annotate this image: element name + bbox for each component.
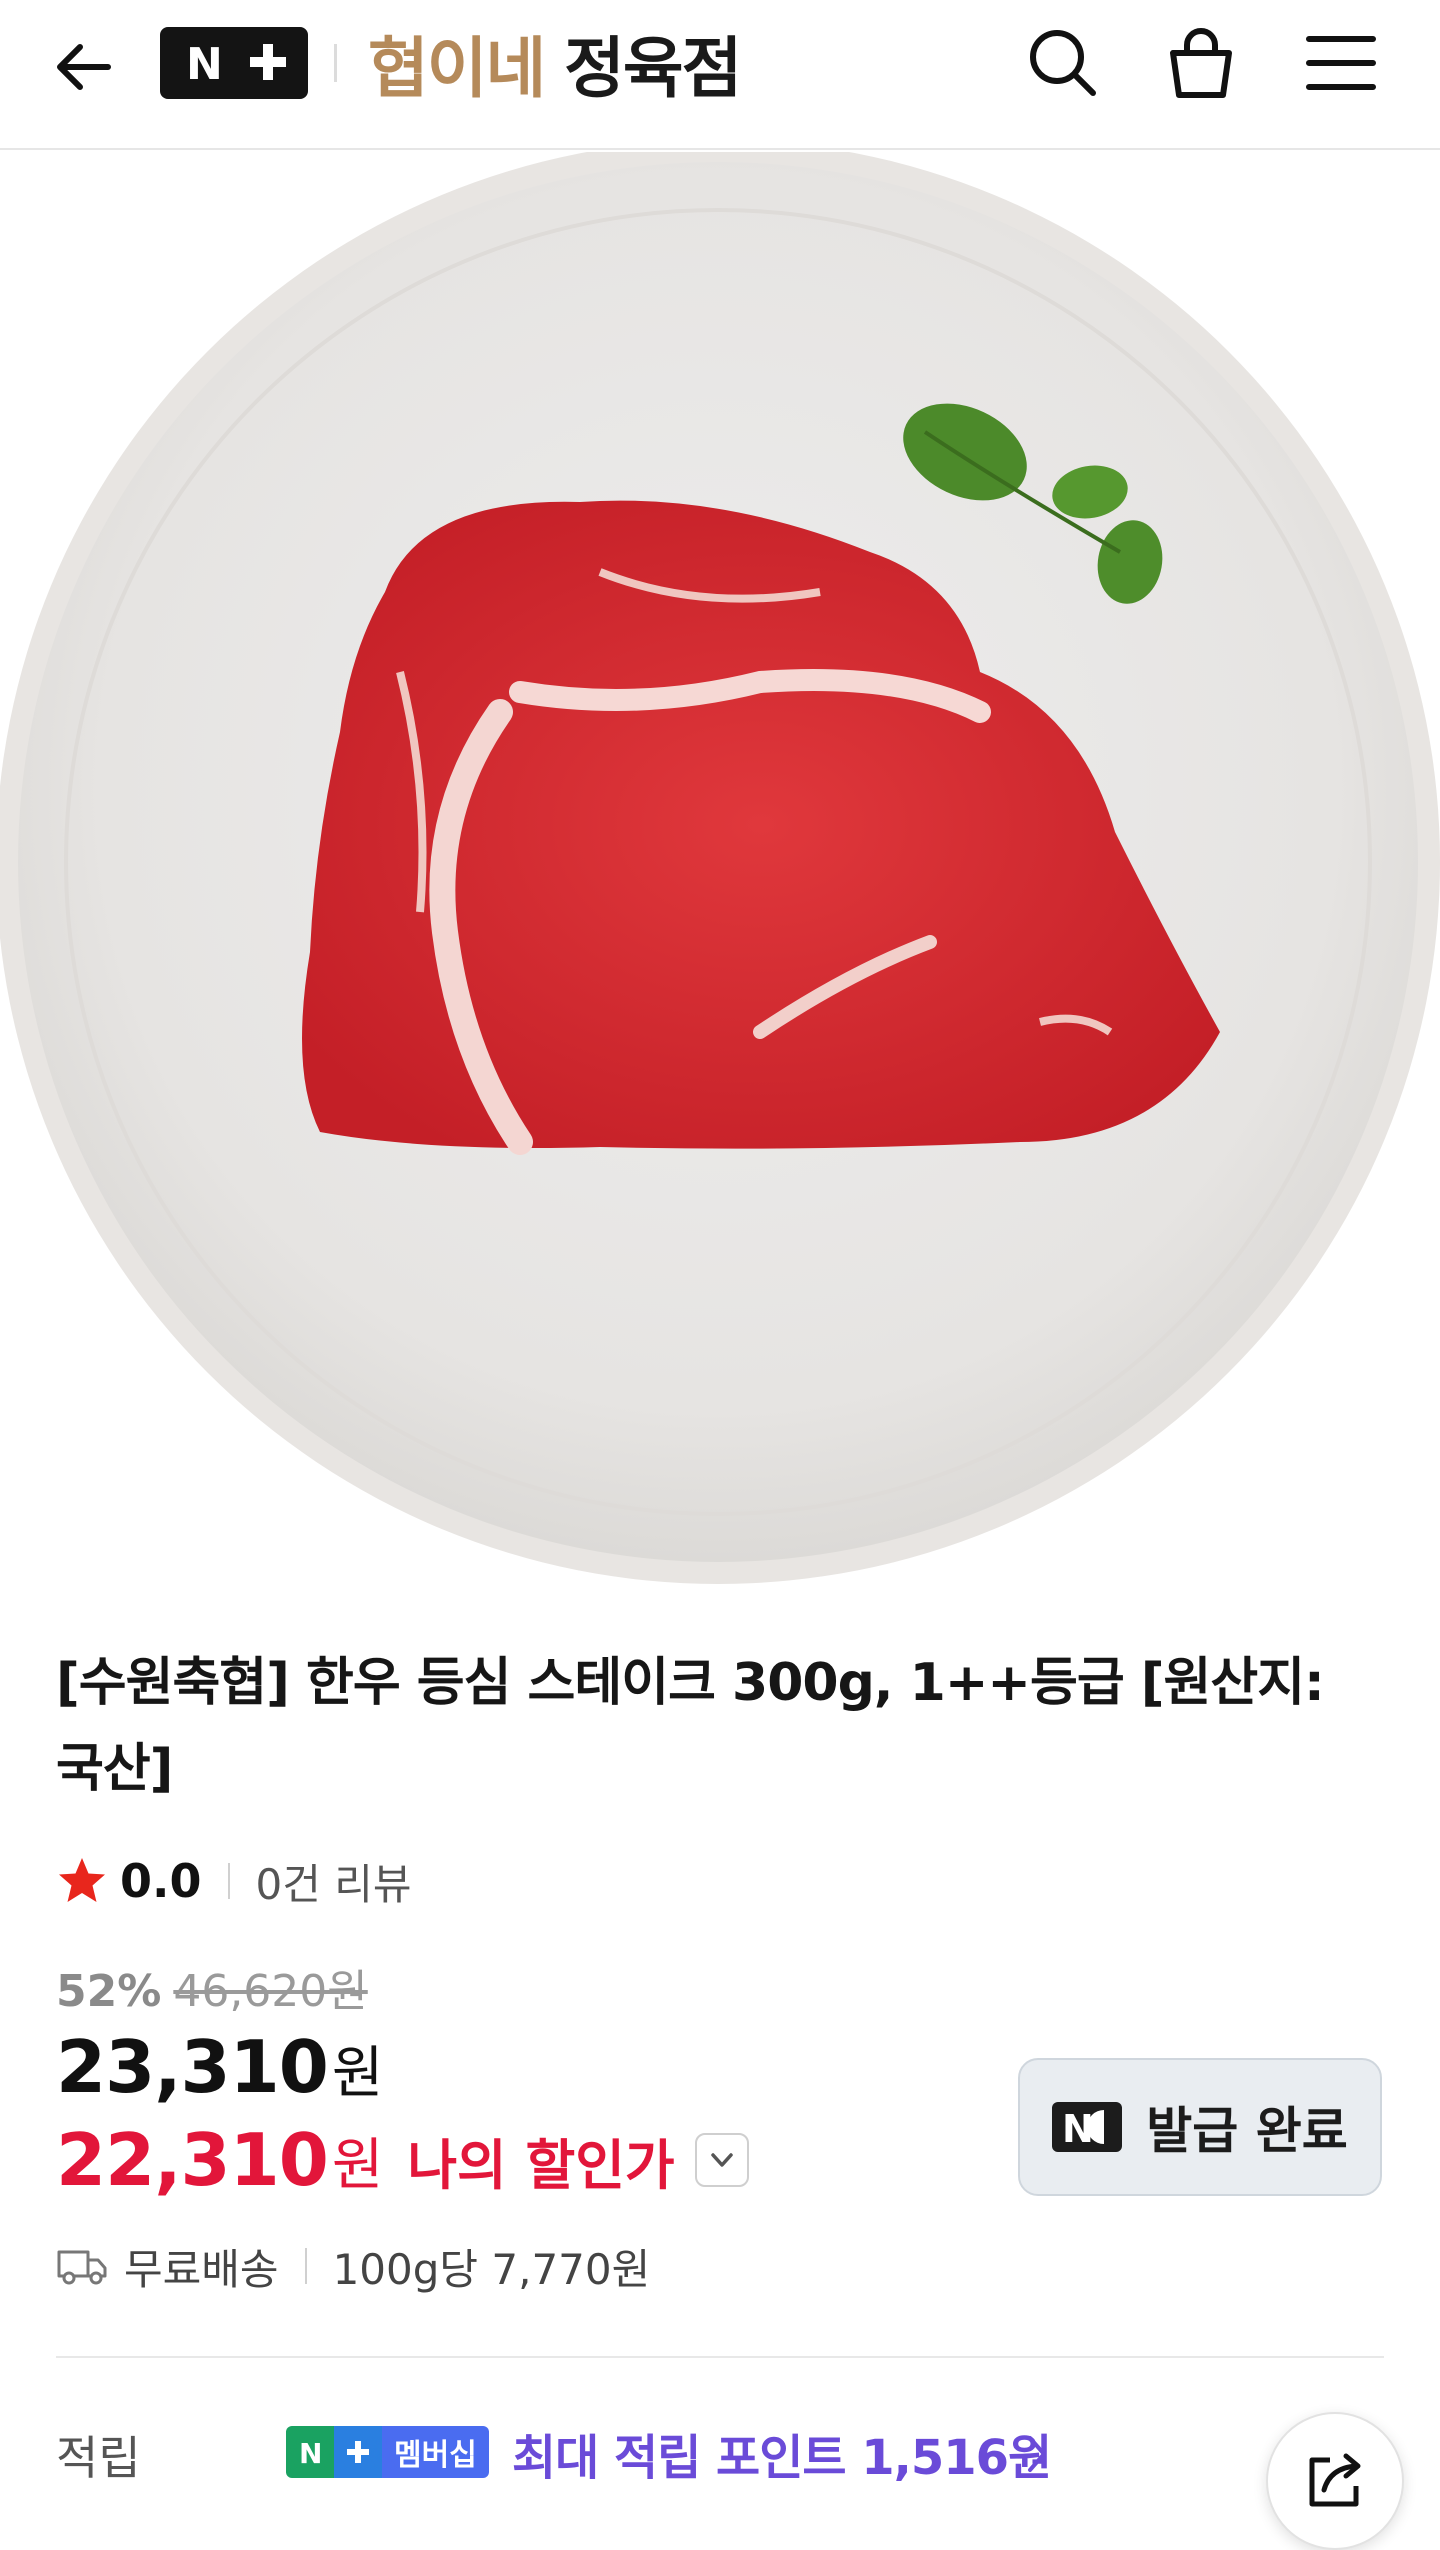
- chevron-down-icon: [710, 2153, 733, 2167]
- store-name-part1: 협이네: [368, 30, 546, 107]
- original-price: 46,620원: [173, 1966, 368, 2017]
- truck-icon: [57, 2250, 107, 2285]
- back-arrow-icon: [57, 44, 111, 90]
- sale-price: 23,310: [56, 2025, 329, 2109]
- store-name[interactable]: 협이네 정육점: [368, 18, 742, 108]
- membership-badge-text: 멤버십: [382, 2426, 489, 2478]
- store-name-part2: 정육점: [564, 30, 742, 107]
- points-row[interactable]: 적립 N 멤버십 최대 적립 포인트 1,516원: [56, 2418, 1386, 2488]
- section-divider: [56, 2356, 1384, 2358]
- naver-n-icon: N: [1052, 2102, 1123, 2152]
- nplus-logo[interactable]: N: [160, 27, 308, 99]
- menu-button[interactable]: [1296, 18, 1386, 108]
- nplus-membership-badge: N 멤버십: [286, 2426, 489, 2478]
- menu-icon: [1306, 36, 1376, 90]
- chevron-right-icon: [1028, 2436, 1046, 2472]
- steak-plate-image: [0, 152, 1440, 1584]
- review-count-link[interactable]: 0건 리뷰: [256, 1851, 412, 1912]
- share-icon: [1309, 2453, 1361, 2507]
- rating-separator: [227, 1863, 230, 1899]
- my-price-row: 22,310 원 나의 할인가: [56, 2118, 749, 2202]
- back-button[interactable]: [40, 22, 130, 112]
- my-discount-price-unit: 원: [331, 2132, 384, 2198]
- membership-n-icon: N: [286, 2426, 334, 2478]
- points-label: 적립: [56, 2431, 141, 2485]
- search-icon: [1030, 30, 1096, 96]
- coupon-issued-button[interactable]: N 발급 완료: [1018, 2058, 1382, 2196]
- star-icon: [59, 1858, 105, 1902]
- cart-button[interactable]: [1156, 18, 1246, 108]
- discount-row: 52% 46,620원: [56, 1955, 368, 2019]
- shopping-bag-icon: [1170, 28, 1232, 98]
- nplus-logo-mark: N: [186, 39, 286, 89]
- coupon-button-label: 발급 완료: [1146, 2102, 1348, 2160]
- delivery-row: 무료배송 100g당 7,770원: [56, 2236, 650, 2296]
- my-discount-price: 22,310: [56, 2118, 329, 2202]
- my-discount-label: 나의 할인가: [407, 2133, 675, 2197]
- rating-row[interactable]: 0.0 0건 리뷰: [56, 1848, 412, 1914]
- rating-value: 0.0: [120, 1854, 202, 1908]
- sale-price-unit: 원: [331, 2041, 384, 2106]
- delivery-separator: [304, 2248, 307, 2284]
- sale-price-row: 23,310 원: [56, 2025, 383, 2109]
- discount-percent: 52%: [56, 1966, 162, 2017]
- product-title: [수원축협] 한우 등심 스테이크 300g, 1++등급 [원산지: 국산]: [56, 1653, 1325, 1799]
- delivery-text: 무료배송: [124, 2244, 279, 2294]
- max-points-text: 최대 적립 포인트 1,516원: [512, 2430, 1052, 2486]
- product-image[interactable]: [0, 152, 1440, 1612]
- logo-divider: [334, 44, 337, 82]
- unit-price: 100g당 7,770원: [332, 2244, 651, 2294]
- price-detail-toggle[interactable]: [694, 2133, 749, 2187]
- search-button[interactable]: [1018, 18, 1108, 108]
- svg-text:N: N: [299, 2437, 322, 2467]
- svg-text:N: N: [186, 39, 223, 89]
- share-button[interactable]: [1266, 2412, 1404, 2550]
- membership-plus-icon: [334, 2426, 382, 2478]
- top-header: N 협이네 정육점: [0, 0, 1440, 150]
